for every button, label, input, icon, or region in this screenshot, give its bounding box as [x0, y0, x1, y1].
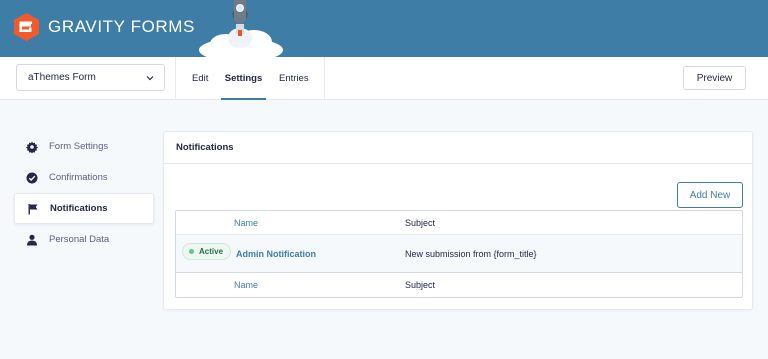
notification-subject: New submission from {form_title} — [405, 248, 537, 259]
check-circle-icon — [26, 172, 38, 184]
table-row: Active Admin Notification New submission… — [176, 235, 742, 273]
sidebar-item-label: Form Settings — [49, 141, 109, 152]
sidebar-item-label: Confirmations — [49, 172, 108, 183]
sidebar-item-form-settings[interactable]: Form Settings — [14, 131, 154, 162]
sidebar-item-confirmations[interactable]: Confirmations — [14, 162, 154, 193]
form-toolbar: aThemes Form Edit Settings Entries Previ… — [0, 57, 768, 100]
preview-button[interactable]: Preview — [683, 66, 746, 90]
gravity-forms-logo-icon — [14, 13, 39, 41]
panel-title: Notifications — [164, 132, 752, 164]
column-footer-subject: Subject — [405, 280, 436, 290]
rocket-illustration — [199, 0, 283, 57]
tab-settings[interactable]: Settings — [221, 57, 266, 100]
form-selector-value: aThemes Form — [28, 72, 96, 83]
status-dot-icon — [189, 249, 194, 254]
brand-name: GRAVITY FORMS — [48, 17, 195, 36]
add-new-button[interactable]: Add New — [677, 182, 743, 208]
sidebar-item-label: Personal Data — [49, 234, 110, 245]
sidebar-item-notifications[interactable]: Notifications — [14, 193, 154, 224]
form-selector-dropdown[interactable]: aThemes Form — [16, 64, 165, 91]
sidebar-item-personal-data[interactable]: Personal Data — [14, 224, 154, 255]
user-icon — [26, 234, 38, 246]
column-footer-name[interactable]: Name — [234, 280, 258, 290]
table-header-row: Name Subject — [176, 211, 742, 235]
tab-edit[interactable]: Edit — [192, 57, 208, 100]
top-banner: GRAVITY FORMS — [0, 0, 768, 57]
gravity-forms-logo[interactable]: GRAVITY FORMS — [14, 13, 195, 41]
tab-entries[interactable]: Entries — [279, 57, 309, 100]
sidebar-item-label: Notifications — [50, 203, 108, 214]
chevron-down-icon — [146, 76, 154, 81]
settings-sidebar: Form Settings Confirmations Notification… — [14, 131, 154, 255]
status-badge[interactable]: Active — [182, 243, 232, 260]
column-header-subject: Subject — [405, 217, 436, 228]
column-header-name[interactable]: Name — [234, 218, 258, 228]
notifications-panel: Notifications Add New Name Subject Activ… — [163, 131, 753, 310]
table-footer-row: Name Subject — [176, 273, 742, 297]
notification-name-link[interactable]: Admin Notification — [236, 249, 316, 259]
flag-icon — [27, 203, 39, 215]
status-label: Active — [199, 247, 224, 256]
toolbar-divider — [324, 57, 325, 100]
notifications-table: Name Subject Active Admin Notification N… — [175, 210, 743, 298]
toolbar-divider — [175, 57, 176, 100]
gear-icon — [26, 141, 38, 153]
